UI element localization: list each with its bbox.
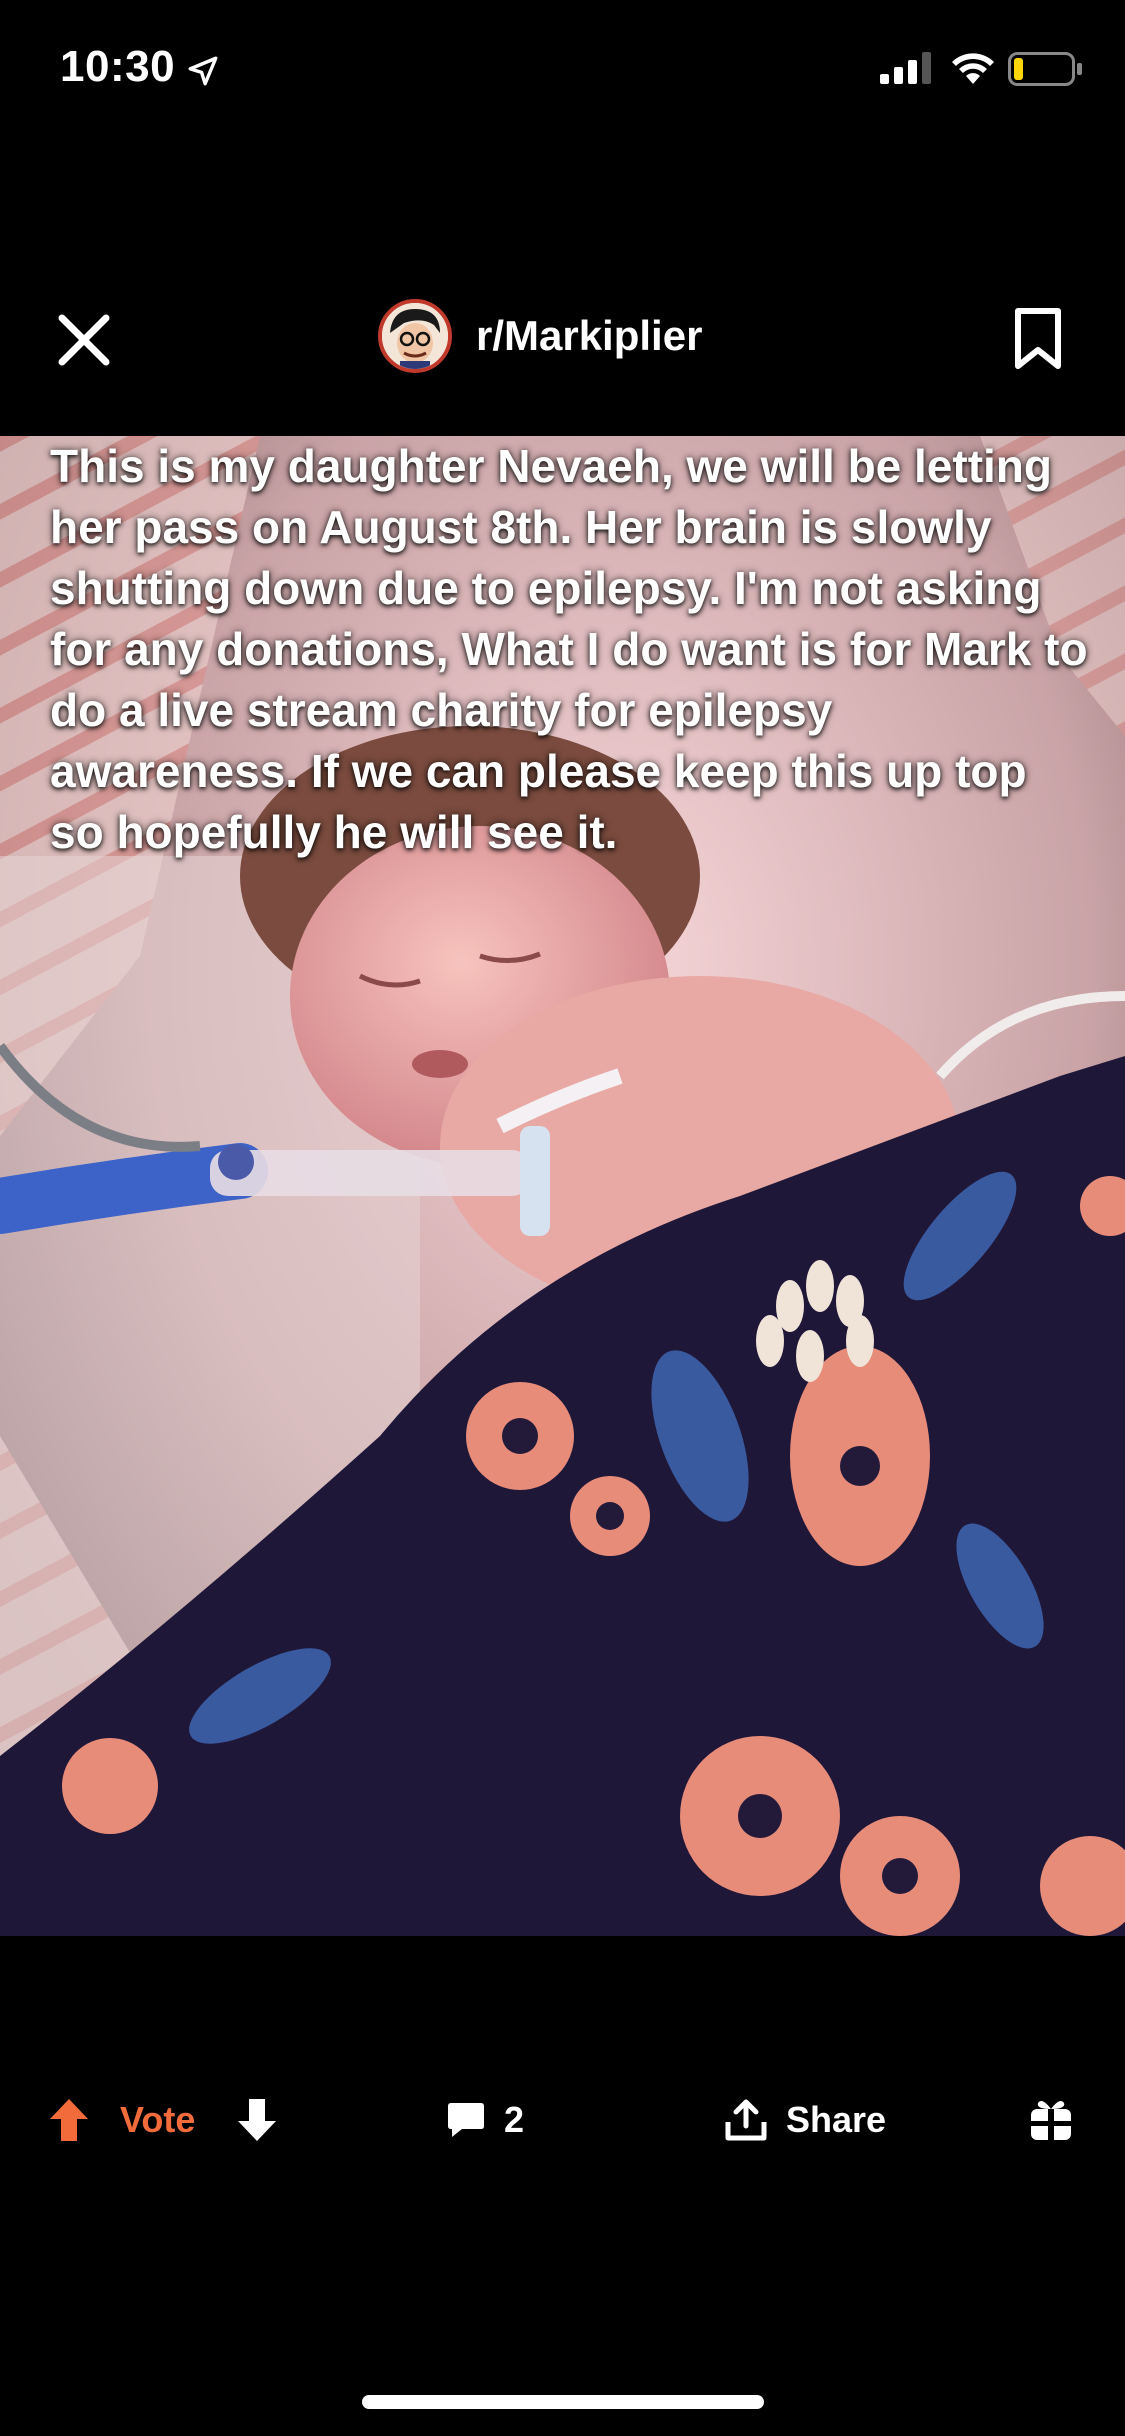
share-label: Share [786,2099,887,2140]
share-button[interactable]: Share [724,2080,886,2160]
gift-icon [1031,2101,1071,2140]
post-action-bar: Vote 2 Share [0,2080,1125,2160]
status-time: 10:30 [60,42,176,91]
award-button[interactable] [1028,2080,1078,2160]
share-icon [725,2099,767,2141]
bookmark-icon[interactable] [1010,306,1066,372]
vote-text: Vote [120,2099,196,2140]
post-image[interactable]: This is my daughter Nevaeh, we will be l… [0,436,1125,1936]
upvote-button[interactable] [48,2080,92,2160]
subreddit-name: r/Markiplier [476,312,703,359]
location-arrow-icon [188,56,218,86]
battery-icon [1008,52,1082,86]
downvote-button[interactable] [236,2080,280,2160]
home-indicator[interactable] [362,2395,764,2409]
downvote-arrow-icon [238,2099,276,2141]
comment-count: 2 [504,2099,525,2140]
subreddit-avatar [378,299,452,373]
vote-label: Vote [120,2080,195,2160]
comments-button[interactable]: 2 [446,2080,524,2160]
post-header: r/Markiplier [0,280,1125,390]
post-caption: This is my daughter Nevaeh, we will be l… [50,440,1088,858]
close-icon[interactable] [52,308,116,372]
wifi-icon [952,53,994,84]
avatar-face-icon [382,303,448,369]
status-bar: 10:30 [0,0,1125,140]
cellular-signal-icon [880,52,931,84]
comment-bubble-icon [448,2103,484,2137]
upvote-arrow-icon [50,2099,88,2141]
subreddit-link[interactable]: r/Markiplier [378,294,702,378]
